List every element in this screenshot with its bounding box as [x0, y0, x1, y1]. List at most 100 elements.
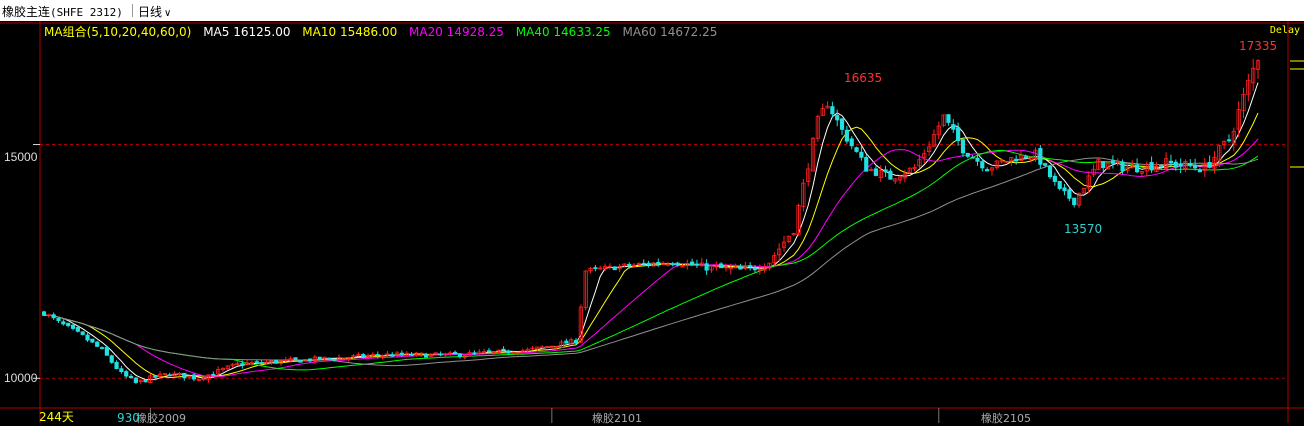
- candle-body: [70, 324, 76, 329]
- candle-body: [51, 314, 56, 319]
- candle-body: [1052, 175, 1057, 182]
- candle-body: [191, 374, 197, 380]
- candle-body: [438, 353, 443, 356]
- candle-body: [1047, 165, 1053, 178]
- title-bar: 橡胶主连(SHFE 2312) 日线 ∨: [0, 0, 1304, 21]
- candle-body: [1168, 160, 1174, 164]
- candle-body: [844, 129, 849, 142]
- x-label-2105: 橡胶2105: [981, 412, 1031, 425]
- chevron-down-icon: ∨: [164, 8, 172, 19]
- candle-body: [985, 169, 990, 172]
- candle-body: [1072, 197, 1077, 206]
- candle-body: [99, 347, 105, 349]
- ma20-value: MA20 14928.25: [409, 25, 504, 39]
- candle-body: [854, 147, 859, 152]
- candle-body: [90, 338, 95, 343]
- candle-body: [883, 169, 888, 173]
- candle-body: [641, 262, 646, 265]
- candle-body: [124, 371, 129, 377]
- candle-body: [830, 106, 835, 115]
- candle-body: [1062, 187, 1067, 192]
- candle-body: [486, 350, 492, 353]
- candle-body: [332, 358, 337, 361]
- x-label-2009: 橡胶2009: [136, 412, 186, 425]
- candle-body: [104, 346, 109, 356]
- candle-body: [1134, 164, 1140, 173]
- candle-body: [66, 322, 71, 327]
- candle-body: [453, 351, 458, 355]
- period-label: 日线: [138, 5, 163, 19]
- candle-body: [409, 353, 414, 356]
- candle-body: [1188, 163, 1193, 167]
- candle-body: [690, 261, 695, 266]
- candle-body: [1207, 161, 1212, 168]
- candle-body: [1178, 164, 1183, 167]
- candle-body: [501, 348, 506, 351]
- candle-body: [656, 261, 661, 265]
- candle-body: [675, 262, 680, 266]
- candle-body: [1067, 189, 1072, 199]
- candle-body: [627, 263, 632, 267]
- candle-body: [80, 331, 85, 335]
- bar-count-label: 244天: [39, 410, 74, 424]
- candle-body: [975, 157, 980, 162]
- ma20-line: [43, 138, 1259, 378]
- ma5-value: MA5 16125.00: [203, 25, 291, 39]
- candle-body: [1043, 163, 1048, 166]
- delay-indicator: Delay: [1269, 25, 1300, 36]
- candle-body: [95, 341, 100, 347]
- ma10-line: [43, 112, 1259, 379]
- candle-body: [167, 374, 172, 377]
- candle-body: [114, 361, 119, 370]
- candle-body: [719, 263, 724, 269]
- annotation-high-16635: 16635: [844, 71, 883, 85]
- candle-body: [56, 318, 61, 321]
- candle-body: [1038, 148, 1043, 165]
- candle-body: [41, 311, 47, 316]
- candle-body: [573, 339, 579, 344]
- candle-body: [694, 263, 700, 266]
- candle-body: [327, 357, 332, 360]
- candle-body: [109, 355, 114, 363]
- candle-body: [274, 359, 279, 364]
- candle-body: [390, 354, 395, 357]
- candle-body: [965, 152, 970, 157]
- candle-body: [240, 363, 245, 366]
- candle-body: [1101, 161, 1106, 169]
- candle-body: [211, 373, 216, 376]
- candle-body: [1057, 180, 1062, 189]
- candle-body: [307, 358, 313, 362]
- candle-body: [646, 262, 651, 266]
- ma-group-label: MA组合(5,10,20,40,60,0): [44, 25, 192, 39]
- ma-legend: MA组合(5,10,20,40,60,0) MA5 16125.00 MA10 …: [44, 23, 725, 40]
- candle-body: [472, 352, 477, 355]
- candle-body: [956, 127, 961, 142]
- candle-body: [1226, 139, 1232, 142]
- title-divider: [132, 4, 133, 17]
- candle-body: [1197, 169, 1203, 173]
- candle-body: [128, 375, 134, 379]
- candle-body: [317, 356, 322, 360]
- ma10-value: MA10 15486.00: [302, 25, 398, 39]
- candle-body: [670, 263, 675, 266]
- y-tick-label-15000: 15000: [4, 150, 38, 164]
- candle-body: [1120, 162, 1125, 172]
- period-selector[interactable]: 日线 ∨: [138, 3, 171, 20]
- candle-body: [259, 362, 264, 364]
- candle-body: [980, 161, 985, 169]
- ma60-value: MA60 14672.25: [622, 25, 718, 39]
- candle-body: [182, 372, 187, 379]
- candle-body: [951, 124, 956, 130]
- candlestick-chart[interactable]: [0, 21, 1304, 423]
- candle-body: [424, 353, 429, 358]
- candle-body: [738, 266, 743, 270]
- candle-body: [293, 357, 298, 360]
- candle-body: [254, 361, 259, 363]
- candle-body: [970, 156, 975, 159]
- y-tick-label-10000: 10000: [4, 371, 38, 385]
- candle-body: [85, 334, 90, 341]
- candle-body: [375, 354, 380, 356]
- candle-body: [1173, 161, 1178, 168]
- candle-body: [1014, 158, 1019, 162]
- candle-body: [1193, 164, 1198, 169]
